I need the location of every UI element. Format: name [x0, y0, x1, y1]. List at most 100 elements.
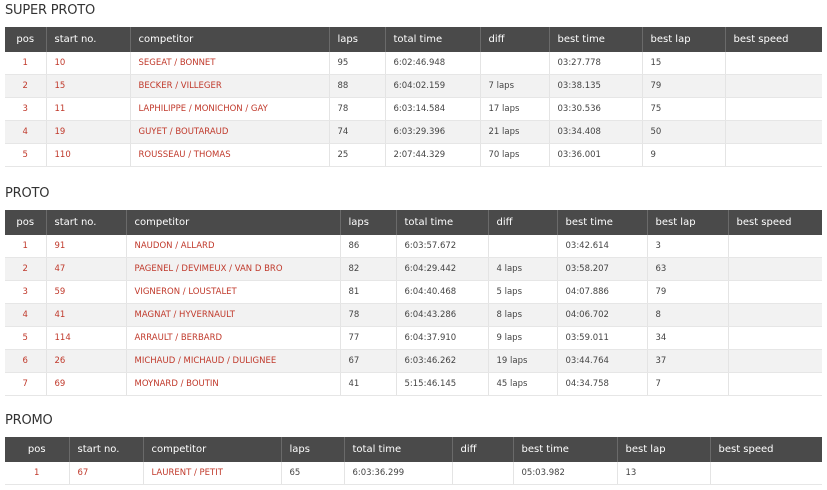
column-header-best-speed[interactable]: best speed	[728, 210, 822, 235]
column-header-best-lap[interactable]: best lap	[647, 210, 729, 235]
column-header-total-time[interactable]: total time	[385, 27, 481, 52]
cell-start-no[interactable]: 69	[46, 372, 127, 396]
cell-start-no[interactable]: 26	[46, 349, 127, 373]
cell-total-time: 6:04:29.442	[396, 257, 489, 281]
cell-pos: 3	[5, 97, 47, 121]
cell-start-no[interactable]: 91	[46, 235, 127, 258]
cell-diff: 4 laps	[488, 257, 558, 281]
column-header-best-time[interactable]: best time	[513, 437, 618, 462]
cell-best-speed	[728, 280, 822, 304]
column-header-pos[interactable]: pos	[5, 27, 47, 52]
cell-laps: 78	[340, 303, 397, 327]
column-header-pos[interactable]: pos	[5, 210, 47, 235]
column-header-laps[interactable]: laps	[281, 437, 345, 462]
cell-start-no[interactable]: 41	[46, 303, 127, 327]
cell-start-no[interactable]: 110	[46, 143, 131, 167]
cell-laps: 25	[329, 143, 386, 167]
cell-total-time: 6:04:40.468	[396, 280, 489, 304]
cell-best-speed	[710, 462, 822, 485]
column-header-best-lap[interactable]: best lap	[642, 27, 726, 52]
table-row[interactable]: 1 67 LAURENT / PETIT 65 6:03:36.299 05:03.982…	[5, 462, 822, 485]
cell-best-speed	[725, 74, 822, 98]
column-header-best-time[interactable]: best time	[549, 27, 643, 52]
cell-laps: 67	[340, 349, 397, 373]
column-header-best-speed[interactable]: best speed	[710, 437, 822, 462]
table-row[interactable]: 1 10 SEGEAT / BONNET 95 6:02:46.948 03:27.778…	[5, 52, 822, 75]
cell-competitor[interactable]: LAURENT / PETIT	[143, 462, 282, 485]
cell-pos: 2	[5, 74, 47, 98]
cell-start-no[interactable]: 59	[46, 280, 127, 304]
column-header-diff[interactable]: diff	[480, 27, 550, 52]
cell-total-time: 6:03:29.396	[385, 120, 481, 144]
cell-pos: 1	[5, 235, 47, 258]
cell-best-time: 03:30.536	[549, 97, 643, 121]
cell-competitor[interactable]: VIGNERON / LOUSTALET	[126, 280, 341, 304]
table-row[interactable]: 6 26 MICHAUD / MICHAUD / DULIGNEE 67 6:03:46…	[5, 349, 822, 373]
table-row[interactable]: 3 11 LAPHILIPPE / MONICHON / GAY 78 6:03:14.…	[5, 97, 822, 121]
cell-start-no[interactable]: 19	[46, 120, 131, 144]
cell-competitor[interactable]: MAGNAT / HYVERNAULT	[126, 303, 341, 327]
cell-start-no[interactable]: 47	[46, 257, 127, 281]
cell-best-time: 04:07.886	[557, 280, 648, 304]
cell-diff: 21 laps	[480, 120, 550, 144]
column-header-best-time[interactable]: best time	[557, 210, 648, 235]
column-header-start-no[interactable]: start no.	[46, 27, 131, 52]
cell-competitor[interactable]: GUYET / BOUTARAUD	[130, 120, 330, 144]
column-header-laps[interactable]: laps	[329, 27, 386, 52]
cell-best-lap: 34	[647, 326, 729, 350]
table-row[interactable]: 5 110 ROUSSEAU / THOMAS 25 2:07:44.329 70 lap…	[5, 143, 822, 167]
table-row[interactable]: 4 41 MAGNAT / HYVERNAULT 78 6:04:43.286 8 lap…	[5, 303, 822, 327]
table-row[interactable]: 3 59 VIGNERON / LOUSTALET 81 6:04:40.468 5 la…	[5, 280, 822, 304]
table-row[interactable]: 1 91 NAUDON / ALLARD 86 6:03:57.672 03:42.614…	[5, 235, 822, 258]
column-header-competitor[interactable]: competitor	[143, 437, 282, 462]
column-header-laps[interactable]: laps	[340, 210, 397, 235]
cell-competitor[interactable]: ROUSSEAU / THOMAS	[130, 143, 330, 167]
column-header-start-no[interactable]: start no.	[46, 210, 127, 235]
cell-best-lap: 8	[647, 303, 729, 327]
column-header-total-time[interactable]: total time	[344, 437, 453, 462]
cell-competitor[interactable]: LAPHILIPPE / MONICHON / GAY	[130, 97, 330, 121]
cell-best-speed	[728, 372, 822, 396]
column-header-diff[interactable]: diff	[488, 210, 558, 235]
table-row[interactable]: 5 114 ARRAULT / BERBARD 77 6:04:37.910 9 laps…	[5, 326, 822, 350]
cell-competitor[interactable]: MOYNARD / BOUTIN	[126, 372, 341, 396]
column-header-competitor[interactable]: competitor	[130, 27, 330, 52]
cell-competitor[interactable]: BECKER / VILLEGER	[130, 74, 330, 98]
cell-start-no[interactable]: 114	[46, 326, 127, 350]
cell-competitor[interactable]: ARRAULT / BERBARD	[126, 326, 341, 350]
cell-pos: 1	[5, 462, 70, 485]
column-header-diff[interactable]: diff	[452, 437, 514, 462]
column-header-start-no[interactable]: start no.	[69, 437, 144, 462]
cell-best-time: 04:06.702	[557, 303, 648, 327]
table-row[interactable]: 7 69 MOYNARD / BOUTIN 41 5:15:46.145 45 laps 0…	[5, 372, 822, 396]
cell-laps: 78	[329, 97, 386, 121]
table-row[interactable]: 2 47 PAGENEL / DEVIMEUX / VAN D BRO 82 6:04:…	[5, 257, 822, 281]
column-header-pos[interactable]: pos	[5, 437, 70, 462]
cell-competitor[interactable]: MICHAUD / MICHAUD / DULIGNEE	[126, 349, 341, 373]
cell-best-lap: 7	[647, 372, 729, 396]
cell-start-no[interactable]: 15	[46, 74, 131, 98]
cell-best-speed	[728, 235, 822, 258]
cell-competitor[interactable]: PAGENEL / DEVIMEUX / VAN D BRO	[126, 257, 341, 281]
column-header-total-time[interactable]: total time	[396, 210, 489, 235]
cell-diff	[480, 52, 550, 75]
cell-laps: 81	[340, 280, 397, 304]
cell-best-lap: 3	[647, 235, 729, 258]
cell-competitor[interactable]: NAUDON / ALLARD	[126, 235, 341, 258]
cell-total-time: 6:04:37.910	[396, 326, 489, 350]
cell-start-no[interactable]: 67	[69, 462, 144, 485]
table-row[interactable]: 2 15 BECKER / VILLEGER 88 6:04:02.159 7 laps 0…	[5, 74, 822, 98]
table-row[interactable]: 4 19 GUYET / BOUTARAUD 74 6:03:29.396 21 laps…	[5, 120, 822, 144]
cell-start-no[interactable]: 11	[46, 97, 131, 121]
column-header-competitor[interactable]: competitor	[126, 210, 341, 235]
cell-competitor[interactable]: SEGEAT / BONNET	[130, 52, 330, 75]
cell-best-time: 03:59.011	[557, 326, 648, 350]
cell-best-speed	[728, 257, 822, 281]
column-header-best-speed[interactable]: best speed	[725, 27, 822, 52]
cell-diff	[452, 462, 514, 485]
results-table-proto: pos start no. competitor laps total time…	[5, 210, 822, 396]
cell-start-no[interactable]: 10	[46, 52, 131, 75]
column-header-best-lap[interactable]: best lap	[617, 437, 711, 462]
cell-pos: 4	[5, 120, 47, 144]
section-title-super-proto: SUPER PROTO	[5, 3, 96, 18]
